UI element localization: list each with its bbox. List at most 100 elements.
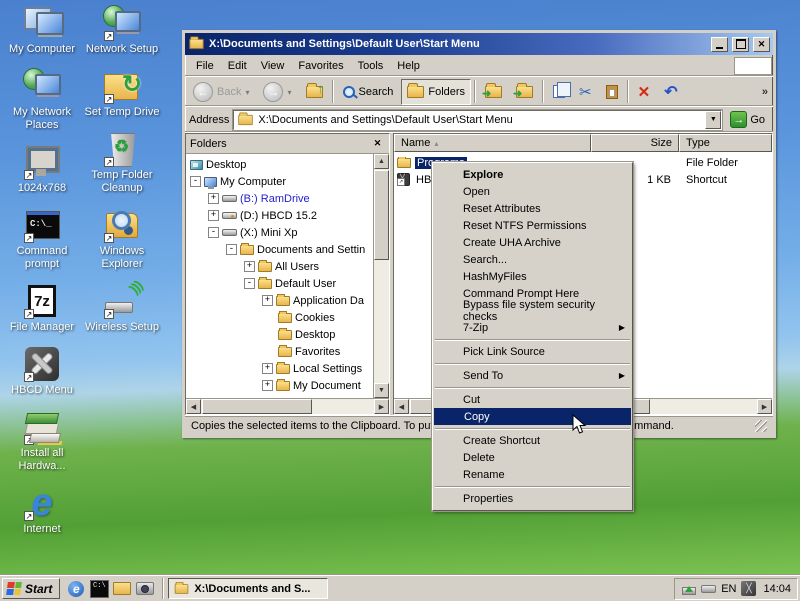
tree-item[interactable]: + My Document xyxy=(186,377,373,394)
move-to-button[interactable] xyxy=(479,79,508,105)
tree-expander-icon[interactable]: - xyxy=(208,227,219,238)
context-menu-item[interactable]: Open xyxy=(433,183,632,200)
undo-button[interactable] xyxy=(658,79,683,105)
folder-ql-icon[interactable] xyxy=(113,580,131,598)
context-menu-item[interactable] xyxy=(433,483,632,490)
menu-bar-item[interactable]: File xyxy=(189,57,221,75)
scroll-left-icon[interactable]: ◀ xyxy=(186,399,201,414)
context-menu-item[interactable] xyxy=(433,425,632,432)
column-header-name[interactable]: Name xyxy=(394,134,591,152)
scrollbar-thumb[interactable] xyxy=(202,399,312,414)
scroll-left-icon[interactable]: ◀ xyxy=(394,399,409,414)
desktop-icon[interactable]: My Network Places xyxy=(2,66,82,132)
internet-explorer-icon[interactable] xyxy=(67,580,85,598)
scroll-right-icon[interactable]: ▶ xyxy=(374,399,389,414)
copy-button[interactable] xyxy=(547,79,572,105)
forward-dropdown-icon[interactable] xyxy=(287,86,291,98)
desktop-icon[interactable]: Windows Explorer xyxy=(82,205,162,271)
tree-expander-icon[interactable]: - xyxy=(190,176,201,187)
context-menu-item[interactable]: Delete xyxy=(433,449,632,466)
maximize-button[interactable] xyxy=(732,36,749,52)
context-menu-item[interactable]: 7-Zip xyxy=(433,319,632,336)
scrollbar-thumb[interactable] xyxy=(374,170,389,260)
hbcd-tray-icon[interactable] xyxy=(741,581,757,596)
context-menu-item[interactable]: Properties xyxy=(433,490,632,507)
tree-horizontal-scrollbar[interactable]: ◀ ▶ xyxy=(186,398,389,414)
menu-bar-item[interactable]: Favorites xyxy=(291,57,350,75)
context-menu-item[interactable]: Create Shortcut xyxy=(433,432,632,449)
tree-expander-icon[interactable]: + xyxy=(244,261,255,272)
tree-expander-icon[interactable]: + xyxy=(262,295,273,306)
search-button[interactable]: Search xyxy=(337,79,400,105)
cut-button[interactable] xyxy=(573,79,598,105)
scroll-right-icon[interactable]: ▶ xyxy=(757,399,772,414)
language-indicator[interactable]: EN xyxy=(721,583,736,595)
tree-item[interactable]: Desktop xyxy=(186,156,373,173)
context-menu-item[interactable]: Explore xyxy=(433,166,632,183)
back-button[interactable]: ← Back xyxy=(187,79,255,105)
context-menu-item[interactable]: Rename xyxy=(433,466,632,483)
desktop-icon[interactable]: Wireless Setup xyxy=(82,281,162,334)
context-menu-item[interactable]: Copy xyxy=(434,408,631,425)
desktop-icon[interactable]: Command prompt xyxy=(2,205,82,271)
tree-expander-icon[interactable]: + xyxy=(262,363,273,374)
context-menu-item[interactable]: Cut xyxy=(433,391,632,408)
tree-expander-icon[interactable]: - xyxy=(226,244,237,255)
command-prompt-icon[interactable] xyxy=(90,580,108,598)
tree-expander-icon[interactable]: + xyxy=(208,193,219,204)
tree-item[interactable]: - Default User xyxy=(186,275,373,292)
tree-expander-icon[interactable]: - xyxy=(244,278,255,289)
menu-bar-item[interactable]: Help xyxy=(390,57,427,75)
context-menu-item[interactable]: Pick Link Source xyxy=(433,343,632,360)
context-menu-item[interactable]: Search... xyxy=(433,251,632,268)
up-button[interactable] xyxy=(300,79,329,105)
tree-expander-icon[interactable]: + xyxy=(208,210,219,221)
resize-grip[interactable] xyxy=(755,419,767,432)
column-header-type[interactable]: Type xyxy=(679,134,772,152)
camera-icon[interactable] xyxy=(136,580,154,598)
delete-button[interactable] xyxy=(632,79,657,105)
context-menu-item[interactable] xyxy=(433,336,632,343)
desktop-icon[interactable]: File Manager xyxy=(2,281,82,334)
close-button[interactable] xyxy=(753,36,770,52)
toolbar-overflow-chevron[interactable]: » xyxy=(759,86,771,98)
tree-item[interactable]: - My Computer xyxy=(186,173,373,190)
desktop-icon[interactable]: HBCD Menu xyxy=(2,344,82,397)
context-menu-item[interactable]: Create UHA Archive xyxy=(433,234,632,251)
tree-item[interactable]: + Application Da xyxy=(186,292,373,309)
context-menu-item[interactable]: HashMyFiles xyxy=(433,268,632,285)
folders-button[interactable]: Folders xyxy=(401,78,472,105)
desktop-icon[interactable]: 1024x768 xyxy=(2,142,82,195)
desktop-icon[interactable]: My Computer xyxy=(2,3,82,56)
context-menu-item[interactable] xyxy=(433,360,632,367)
task-button[interactable]: X:\Documents and S... xyxy=(168,578,329,599)
address-input[interactable] xyxy=(258,113,702,126)
back-dropdown-icon[interactable] xyxy=(245,86,249,98)
tree-item[interactable]: - Documents and Settin xyxy=(186,241,373,258)
tree-expander-icon[interactable]: + xyxy=(262,380,273,391)
minimize-button[interactable] xyxy=(711,36,728,52)
paste-button[interactable] xyxy=(600,79,624,105)
tree-item[interactable]: + (B:) RamDrive xyxy=(186,190,373,207)
context-menu-item[interactable] xyxy=(433,384,632,391)
eject-green-icon[interactable] xyxy=(681,582,697,596)
start-button[interactable]: Start xyxy=(2,578,61,599)
context-menu-item[interactable]: Bypass file system security checks xyxy=(433,299,632,323)
context-menu-item[interactable]: Send To xyxy=(433,367,632,384)
folders-pane-close-icon[interactable]: ✕ xyxy=(370,137,385,151)
menu-bar-item[interactable]: Tools xyxy=(351,57,391,75)
address-dropdown-button[interactable]: ▼ xyxy=(705,110,722,129)
desktop-icon[interactable]: Temp Folder Cleanup xyxy=(82,129,162,195)
tree-item[interactable]: + (D:) HBCD 15.2 xyxy=(186,207,373,224)
menu-bar-item[interactable]: Edit xyxy=(221,57,254,75)
tree-item[interactable]: Cookies xyxy=(186,309,373,326)
forward-button[interactable]: → xyxy=(257,79,297,105)
drive-tray-icon[interactable] xyxy=(701,584,717,593)
scroll-down-icon[interactable]: ▼ xyxy=(374,383,389,398)
tree-vertical-scrollbar[interactable]: ▲ ▼ xyxy=(373,154,389,398)
tree-item[interactable]: + Local Settings xyxy=(186,360,373,377)
column-header-size[interactable]: Size xyxy=(591,134,679,152)
context-menu-item[interactable]: Reset Attributes xyxy=(433,200,632,217)
copy-to-button[interactable] xyxy=(510,79,539,105)
desktop-icon[interactable]: Set Temp Drive xyxy=(82,66,162,119)
